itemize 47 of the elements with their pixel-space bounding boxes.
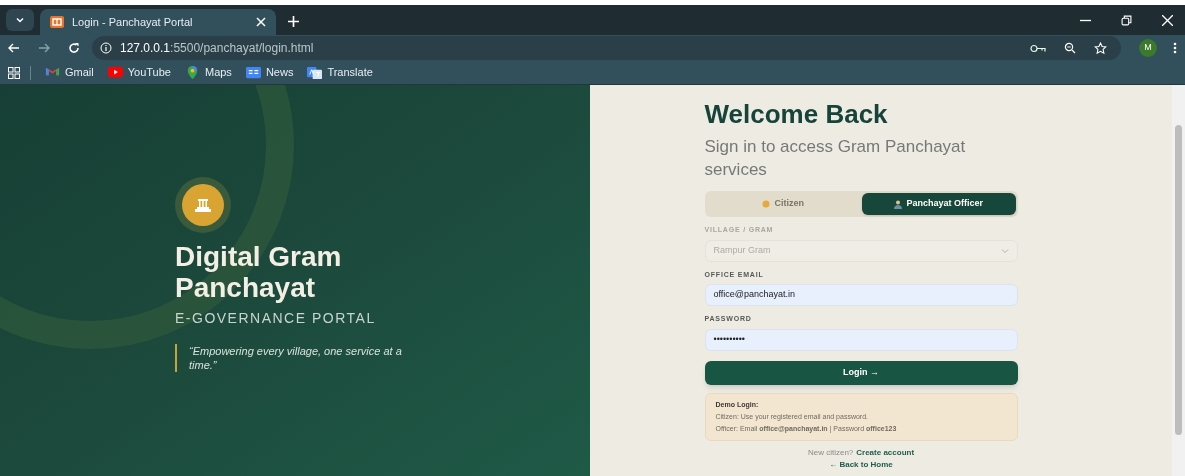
browser-tab[interactable]: Login - Panchayat Portal — [40, 9, 276, 35]
tab-title: Login - Panchayat Portal — [72, 14, 194, 30]
play-icon — [107, 65, 123, 80]
star-icon[interactable] — [1094, 41, 1107, 55]
signup-prompt: New citizen? — [807, 446, 854, 459]
bookmark-link[interactable]: Maps — [184, 64, 232, 81]
url-text: 127.0.0.1:5500/panchayat/login.html — [120, 40, 314, 57]
role-tab[interactable]: Citizen — [706, 193, 860, 215]
chevron-down-icon — [1000, 247, 1009, 254]
reload-icon[interactable] — [68, 42, 80, 54]
address-bar[interactable]: 127.0.0.1:5500/panchayat/login.html — [92, 36, 1121, 60]
village-dropdown: Rampur Gram — [704, 239, 1018, 262]
restore-icon[interactable] — [1121, 15, 1132, 26]
bookmark-link[interactable]: News — [245, 64, 294, 81]
page-heading: Welcome Back — [704, 99, 889, 129]
hero-quote: “Empowering every village, one service at a time.” — [175, 344, 425, 372]
new-tab-icon[interactable] — [288, 16, 299, 27]
bookmark-link[interactable]: Translate — [307, 64, 373, 81]
officer-icon — [894, 199, 903, 209]
bookmark-link[interactable]: Gmail — [45, 64, 94, 81]
password-field[interactable]: •••••••••• — [704, 328, 1018, 351]
newspaper-icon — [245, 65, 261, 80]
forward-icon[interactable] — [38, 42, 50, 54]
building-icon — [194, 198, 212, 212]
back-icon[interactable] — [8, 42, 20, 54]
profile-avatar[interactable]: M — [1139, 39, 1157, 57]
chevron-down-icon — [15, 15, 25, 25]
login-button[interactable]: Login → — [704, 360, 1018, 385]
translate-icon — [307, 65, 323, 80]
create-account-link[interactable]: Create account — [856, 446, 915, 459]
person-icon — [762, 200, 771, 208]
apps-grid-icon[interactable] — [8, 66, 20, 79]
back-home-link[interactable]: ← Back to Home — [829, 458, 893, 471]
page-subheading: Sign in to access Gram Panchayat services — [704, 136, 967, 181]
info-icon[interactable] — [100, 42, 112, 54]
bookmark-link[interactable]: YouTube — [107, 64, 171, 81]
hero-title: Digital Gram Panchayat — [175, 241, 343, 303]
email-field[interactable]: office@panchayat.in — [704, 284, 1018, 306]
app-icon — [50, 16, 64, 28]
key-icon[interactable] — [1030, 43, 1046, 53]
more-icon[interactable] — [1173, 42, 1177, 54]
hero-subtitle: E-GOVERNANCE PORTAL — [175, 309, 377, 328]
close-icon[interactable] — [256, 17, 266, 27]
zoom-icon[interactable] — [1064, 42, 1076, 54]
role-tab[interactable]: Panchayat Officer — [862, 193, 1016, 215]
scrollbar[interactable] — [1172, 85, 1185, 476]
close-icon[interactable] — [1162, 15, 1173, 26]
